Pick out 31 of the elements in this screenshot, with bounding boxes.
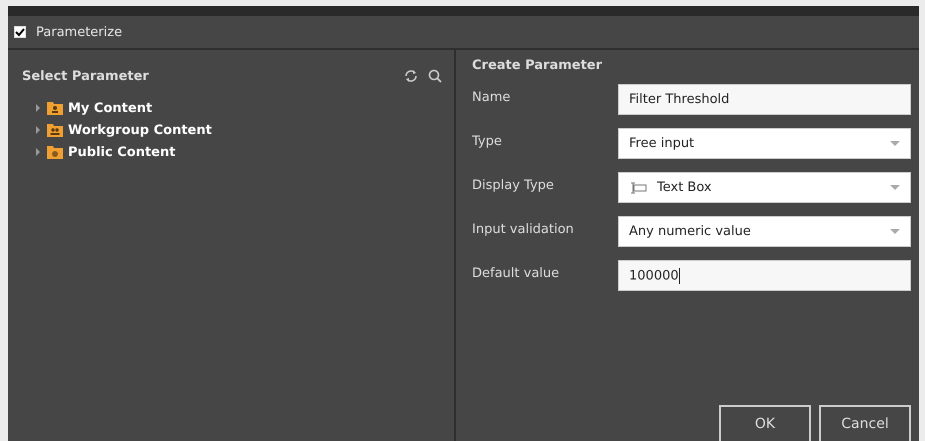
field-label: Input validation	[472, 221, 575, 237]
input-field[interactable]: Filter Threshold	[618, 84, 911, 115]
folder-icon	[46, 144, 64, 160]
expand-arrow-icon[interactable]	[34, 126, 42, 134]
ok-button[interactable]: OK	[719, 405, 811, 441]
folder-icon	[46, 100, 64, 116]
field-label: Default value	[472, 265, 560, 281]
dropdown-caret-icon	[890, 184, 900, 190]
input-field[interactable]: 100000	[618, 260, 911, 291]
search-icon[interactable]	[428, 69, 442, 83]
refresh-icon[interactable]	[404, 69, 418, 83]
tree-item[interactable]: Public Content	[34, 142, 454, 162]
tree-item[interactable]: Workgroup Content	[34, 120, 454, 140]
cancel-button[interactable]: Cancel	[819, 405, 911, 441]
dropdown-caret-icon	[890, 140, 900, 146]
folder-icon	[46, 122, 64, 138]
panel-title: Create Parameter	[472, 58, 604, 75]
expand-arrow-icon[interactable]	[34, 148, 42, 156]
text-box-icon	[629, 182, 647, 194]
expand-arrow-icon[interactable]	[34, 104, 42, 112]
checkbox-label: Parameterize	[36, 24, 122, 40]
field-label: Name	[472, 89, 512, 105]
dropdown-caret-icon	[890, 228, 900, 234]
tree-item[interactable]: My Content	[34, 98, 454, 118]
dropdown[interactable]: Text Box	[618, 172, 911, 203]
field-label: Display Type	[472, 177, 555, 193]
panel-title: Select Parameter	[22, 68, 149, 84]
checkbox[interactable]	[14, 26, 26, 38]
field-label: Type	[472, 133, 503, 149]
dropdown[interactable]: Free input	[618, 128, 911, 159]
dropdown[interactable]: Any numeric value	[618, 216, 911, 247]
